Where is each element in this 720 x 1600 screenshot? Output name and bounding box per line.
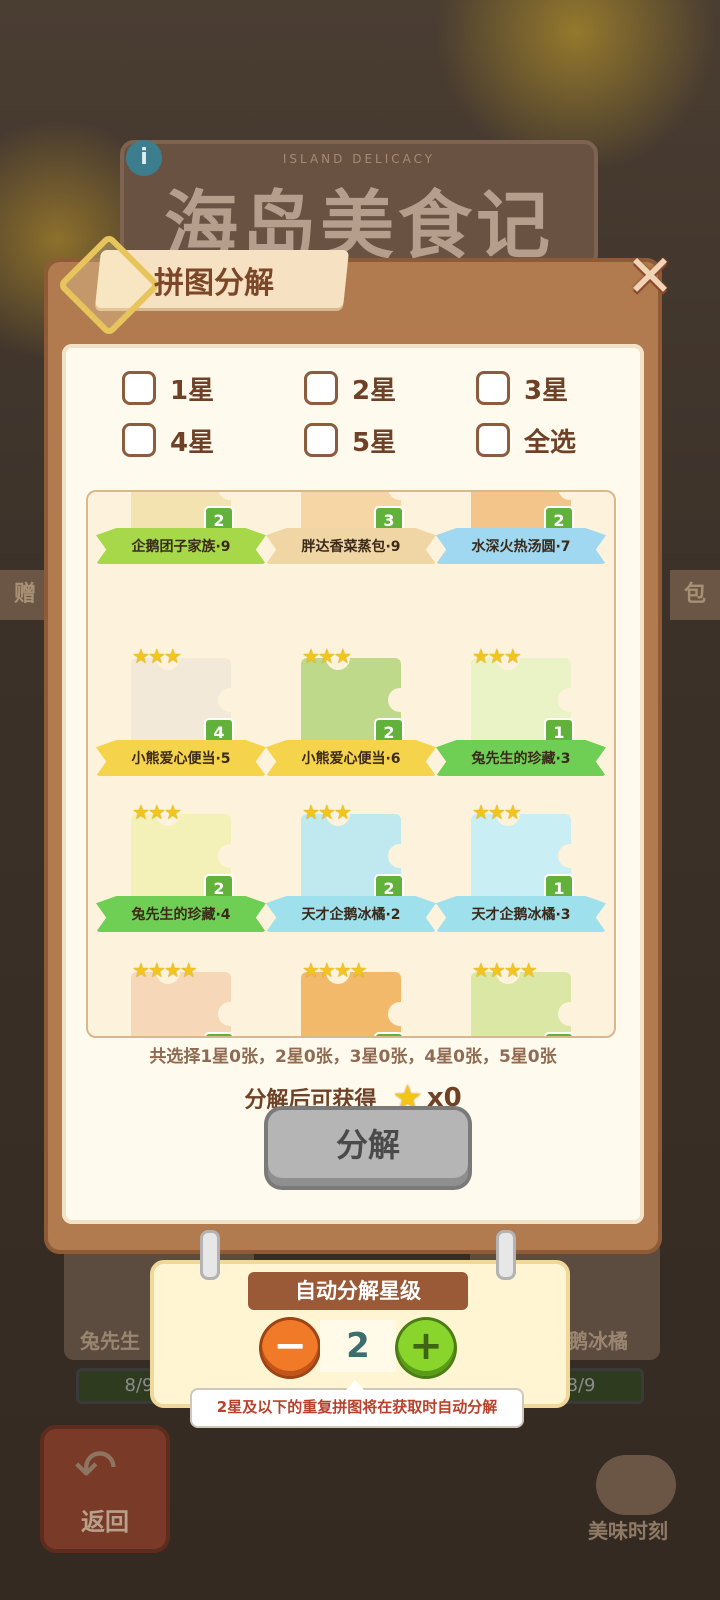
filter-label: 2星 [352,375,397,406]
filter-select-all[interactable]: 全选 [476,420,576,460]
filter-4-star[interactable]: 4星 [122,420,214,460]
moment-label: 美味时刻 [588,1519,668,1543]
dialog-content: 1星 2星 3星 4星 5星 全选 2 企鹅团子家族·9 3 胖达香菜蒸包·9 … [62,344,644,1224]
dialog-title-ribbon: 拼图分解 [56,232,358,338]
rarity-stars-icon: ★★★★ [302,958,368,982]
filter-1-star[interactable]: 1星 [122,368,214,408]
rarity-stars-icon: ★★★ [472,644,522,668]
diamond-frame-icon [56,232,162,338]
piece-name-banner: 小熊爱心便当·6 [266,740,436,776]
puzzle-notch [218,1002,242,1026]
piece-name: 小熊爱心便当·6 [301,751,401,767]
puzzle-notch [388,844,412,868]
filter-label: 1星 [170,375,215,406]
decompose-button[interactable]: 分解 [268,1110,468,1186]
puzzle-notch [388,688,412,712]
rarity-stars-icon: ★★★ [302,644,352,668]
selection-summary: 共选择1星0张，2星0张，3星0张，4星0张，5星0张 [149,1047,557,1067]
piece-count-badge: 2 [204,1032,234,1036]
auto-decompose-title: 自动分解星级 [248,1272,468,1310]
checkbox[interactable] [122,423,156,457]
puzzle-piece[interactable]: 2 水深火热汤圆·7 [436,492,606,576]
piece-name: 水深火热汤圆·7 [471,539,571,555]
plus-icon[interactable]: + [398,1320,454,1376]
hamster-cake-icon[interactable] [596,1455,676,1515]
puzzle-grid: 2 企鹅团子家族·9 3 胖达香菜蒸包·9 2 水深火热汤圆·7 ★★★ 4 小熊爱心便当·5 ★… [86,490,616,1038]
tooltip-arrow [346,1380,364,1390]
checkbox[interactable] [304,423,338,457]
background-side-label-left: 赠 [0,570,51,620]
piece-name-banner: 兔先生的珍藏·4 [96,896,266,932]
puzzle-notch [558,844,582,868]
puzzle-notch [558,688,582,712]
rarity-stars-icon: ★★★★ [132,958,198,982]
auto-level-value: 2 [320,1320,396,1372]
puzzle-decompose-dialog: 拼图分解 ✕ 1星 2星 3星 4星 5星 全选 2 企鹅团子家族·9 3 胖达… [44,232,674,1254]
back-arrow-icon: ↶ [74,1439,118,1499]
info-icon[interactable]: i [126,140,162,176]
piece-name-banner: 胖达香菜蒸包·9 [266,528,436,564]
puzzle-piece[interactable]: ★★★ 1 兔先生的珍藏·3 [436,644,606,788]
filter-5-star[interactable]: 5星 [304,420,396,460]
minus-icon[interactable]: − [262,1320,318,1376]
rarity-stars-icon: ★★★ [132,644,182,668]
piece-name: 企鹅团子家族·9 [131,539,231,555]
reward-value: x0 [426,1083,462,1113]
puzzle-piece[interactable]: ★★★★2小熊爱心便当·7 [266,958,436,1036]
checkbox[interactable] [122,371,156,405]
piece-name-banner: 兔先生的珍藏·3 [436,740,606,776]
background-card-label-left: 兔先生 [80,1329,140,1353]
game-subtitle: ISLAND DELICACY [282,152,436,166]
piece-name-banner: 水深火热汤圆·7 [436,528,606,564]
puzzle-notch [388,1002,412,1026]
rarity-stars-icon: ★★★ [302,800,352,824]
piece-name: 胖达香菜蒸包·9 [301,539,401,555]
piece-count-badge: 2 [374,1032,404,1036]
checkbox[interactable] [476,423,510,457]
rarity-stars-icon: ★★★ [132,800,182,824]
dialog-title: 拼图分解 [154,266,274,301]
checkbox[interactable] [304,371,338,405]
puzzle-piece[interactable]: ★★★★2黑白双煞饼干·9 [96,958,266,1036]
puzzle-notch [558,1002,582,1026]
puzzle-piece[interactable]: 2 企鹅团子家族·9 [96,492,266,576]
puzzle-notch [218,844,242,868]
auto-decompose-tooltip: 2星及以下的重复拼图将在获取时自动分解 [190,1380,524,1428]
piece-name: 兔先生的珍藏·3 [471,751,571,767]
ring-icon [200,1230,220,1280]
puzzle-piece[interactable]: 3 胖达香菜蒸包·9 [266,492,436,576]
background-side-label-right: 包 [669,570,720,620]
puzzle-piece[interactable]: ★★★ 2 天才企鹅冰橘·2 [266,800,436,944]
back-label: 返回 [81,1508,129,1536]
filter-label: 全选 [524,427,577,458]
puzzle-notch [218,688,242,712]
rarity-stars-icon: ★★★ [472,800,522,824]
puzzle-piece[interactable]: ★★★ 2 小熊爱心便当·6 [266,644,436,788]
ring-icon [496,1230,516,1280]
filter-2-star[interactable]: 2星 [304,368,396,408]
filter-label: 4星 [170,427,215,458]
puzzle-piece[interactable]: ★★★ 4 小熊爱心便当·5 [96,644,266,788]
piece-name: 小熊爱心便当·5 [131,751,231,767]
back-button[interactable]: ↶ 返回 [40,1425,170,1553]
filter-label: 3星 [524,375,569,406]
piece-name: 天才企鹅冰橘·2 [301,907,401,923]
filter-label: 5星 [352,427,397,458]
puzzle-piece[interactable]: ★★★ 2 兔先生的珍藏·4 [96,800,266,944]
piece-name-banner: 小熊爱心便当·5 [96,740,266,776]
close-icon[interactable]: ✕ [620,246,680,306]
piece-count-badge: 2 [544,1032,574,1036]
piece-name-banner: 天才企鹅冰橘·3 [436,896,606,932]
piece-name: 兔先生的珍藏·4 [131,907,231,923]
filter-3-star[interactable]: 3星 [476,368,568,408]
puzzle-piece[interactable]: ★★★★2兔先生的珍藏·5 [436,958,606,1036]
tooltip-text: 2星及以下的重复拼图将在获取时自动分解 [216,1398,498,1416]
piece-name: 天才企鹅冰橘·3 [471,907,571,923]
piece-name-banner: 企鹅团子家族·9 [96,528,266,564]
rarity-stars-icon: ★★★★ [472,958,538,982]
puzzle-piece[interactable]: ★★★ 1 天才企鹅冰橘·3 [436,800,606,944]
checkbox[interactable] [476,371,510,405]
piece-name-banner: 天才企鹅冰橘·2 [266,896,436,932]
